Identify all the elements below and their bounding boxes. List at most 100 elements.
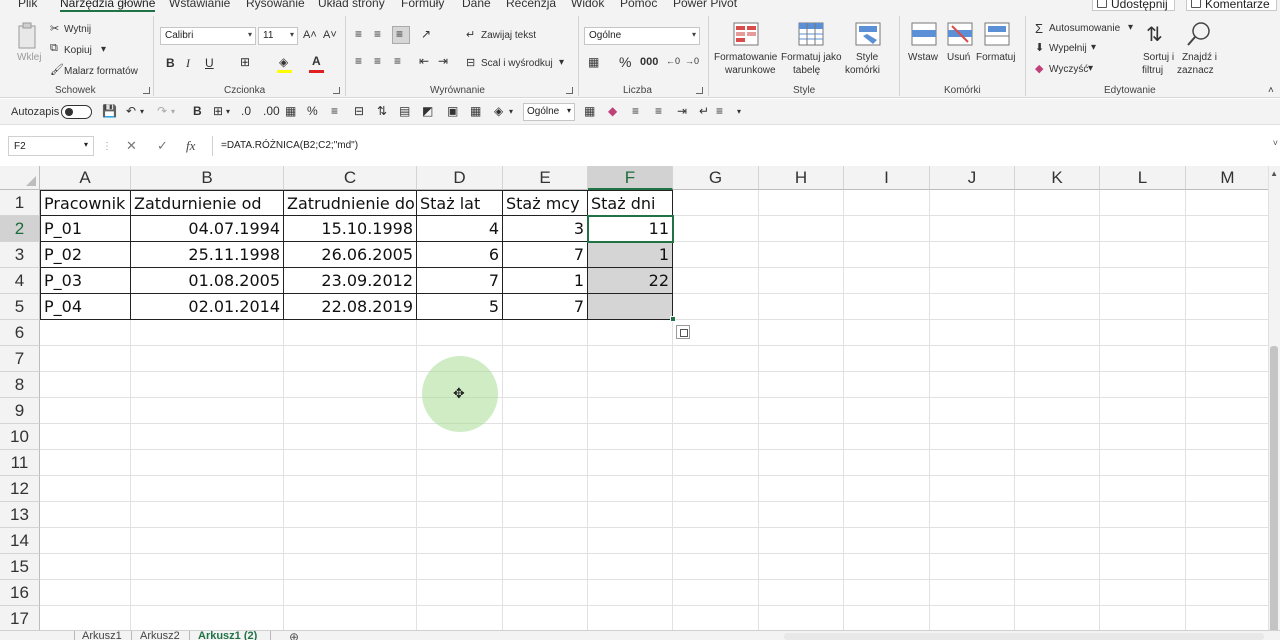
chevron-down-icon[interactable]: ▾ — [171, 107, 175, 116]
column-header-e[interactable]: E — [503, 166, 588, 190]
row-header-10[interactable]: 10 — [0, 424, 40, 450]
table-cell[interactable]: 22 — [588, 268, 673, 294]
wrap-text-icon[interactable]: ↵ — [699, 104, 709, 118]
table-cell[interactable]: 5 — [417, 294, 503, 320]
sort-icon[interactable]: ⇅ — [377, 104, 387, 118]
align-top-icon[interactable]: ≡ — [355, 27, 362, 41]
row-header-8[interactable]: 8 — [0, 372, 40, 398]
vertical-scrollbar[interactable]: ▲ — [1268, 166, 1280, 636]
increase-indent-icon[interactable]: ⇥ — [438, 54, 448, 68]
table-cell[interactable]: 04.07.1994 — [131, 216, 284, 242]
collapse-ribbon-icon[interactable]: ˄ — [1268, 85, 1274, 96]
table-header-cell[interactable]: Zatdurnienie od — [131, 190, 284, 216]
table-cell[interactable]: P_04 — [40, 294, 131, 320]
row-header-7[interactable]: 7 — [0, 346, 40, 372]
align-center-icon[interactable]: ≡ — [331, 104, 338, 118]
tab-power-pivot[interactable]: Power Pivot — [673, 0, 737, 10]
row-header-2[interactable]: 2 — [0, 216, 40, 242]
table-cell[interactable]: 7 — [503, 294, 588, 320]
column-header-i[interactable]: I — [844, 166, 930, 190]
table-cell[interactable]: P_03 — [40, 268, 131, 294]
column-header-m[interactable]: M — [1186, 166, 1270, 190]
grow-font-icon[interactable]: A˄ — [303, 29, 317, 41]
alignment-launcher-icon[interactable] — [566, 87, 573, 94]
column-header-j[interactable]: J — [930, 166, 1015, 190]
save-icon[interactable]: 💾 — [102, 104, 117, 118]
comments-button[interactable]: Komentarze — [1186, 0, 1277, 11]
tab-view[interactable]: Widok — [571, 0, 604, 10]
row-header-17[interactable]: 17 — [0, 606, 40, 630]
align-middle-icon[interactable]: ≡ — [716, 104, 723, 118]
fill-color-icon[interactable]: ◈ — [279, 55, 288, 69]
share-button[interactable]: Udostępnij — [1092, 0, 1175, 11]
decrease-indent-icon[interactable]: ⇤ — [419, 54, 429, 68]
column-header-l[interactable]: L — [1100, 166, 1186, 190]
align-right-icon[interactable]: ≡ — [655, 104, 662, 118]
table-header-cell[interactable]: Staż mcy — [503, 190, 588, 216]
tab-file[interactable]: Plik — [18, 0, 37, 10]
fill-color-icon[interactable]: ◈ — [494, 104, 503, 118]
row-header-11[interactable]: 11 — [0, 450, 40, 476]
shape-icon[interactable]: ◩ — [422, 104, 433, 118]
column-header-k[interactable]: K — [1015, 166, 1100, 190]
bold-icon[interactable]: B — [166, 56, 175, 70]
quick-analysis-button[interactable] — [676, 325, 690, 339]
column-header-a[interactable]: A — [40, 166, 131, 190]
formula-input[interactable]: =DATA.RÓŻNICA(B2;C2;"md") — [212, 136, 1272, 156]
table-cell[interactable]: P_02 — [40, 242, 131, 268]
table-cell[interactable]: 15.10.1998 — [284, 216, 417, 242]
sheet-tab-arkusz2[interactable]: Arkusz2 — [140, 631, 180, 640]
accounting-format-icon[interactable]: ▦ — [584, 104, 595, 118]
add-sheet-icon[interactable]: ⊕ — [289, 631, 299, 640]
align-center-icon[interactable]: ≡ — [374, 54, 381, 68]
scroll-up-icon[interactable]: ▲ — [1270, 169, 1278, 178]
column-header-c[interactable]: C — [284, 166, 417, 190]
align-left-icon[interactable]: ≡ — [355, 54, 362, 68]
table-cell[interactable]: 1 — [503, 268, 588, 294]
table-cell[interactable]: 6 — [417, 242, 503, 268]
expand-formula-icon[interactable]: ˅ — [1273, 138, 1278, 148]
tab-formulas[interactable]: Formuły — [401, 0, 444, 10]
column-header-f[interactable]: F — [588, 166, 673, 190]
autosave-toggle[interactable] — [61, 105, 92, 119]
tab-home[interactable]: Narzędzia główne — [60, 0, 156, 12]
table-cell[interactable]: 01.08.2005 — [131, 268, 284, 294]
redo-icon[interactable]: ↷ — [157, 104, 167, 118]
font-size-combo[interactable]: 11 ▾ — [258, 27, 298, 45]
tab-review[interactable]: Recenzja — [506, 0, 556, 10]
table-cell[interactable]: 7 — [503, 242, 588, 268]
increase-decimal-icon[interactable]: ←0 — [666, 56, 680, 66]
bold-icon[interactable]: B — [193, 104, 202, 118]
tab-help[interactable]: Pomoc — [620, 0, 657, 10]
table-icon[interactable]: ▤ — [399, 104, 410, 118]
number-format-combo[interactable]: Ogólne ▾ — [584, 27, 700, 45]
table-cell[interactable] — [588, 294, 673, 320]
indent-icon[interactable]: ⇥ — [677, 104, 687, 118]
row-header-3[interactable]: 3 — [0, 242, 40, 268]
decrease-decimal-icon[interactable]: →0 — [685, 56, 699, 66]
tab-page-layout[interactable]: Układ strony — [318, 0, 385, 10]
sheet-tab-arkusz1-2[interactable]: Arkusz1 (2) — [198, 631, 257, 640]
row-header-5[interactable]: 5 — [0, 294, 40, 320]
horizontal-scrollbar[interactable] — [784, 633, 1264, 640]
decrease-decimal-icon[interactable]: .0 — [241, 104, 251, 118]
accounting-format-icon[interactable]: ▦ — [285, 104, 296, 118]
borders-icon[interactable]: ⊞ — [240, 55, 250, 69]
align-middle-icon[interactable]: ≡ — [374, 27, 381, 41]
comma-style-icon[interactable]: 000 — [640, 56, 658, 68]
shrink-font-icon[interactable]: A˅ — [323, 29, 337, 41]
underline-icon[interactable]: U — [205, 56, 214, 70]
table-cell[interactable]: 4 — [417, 216, 503, 242]
chevron-down-icon[interactable]: ▾ — [226, 107, 230, 116]
cancel-icon[interactable]: ✕ — [126, 138, 137, 154]
table-cell[interactable]: 7 — [417, 268, 503, 294]
table-cell[interactable]: 26.06.2005 — [284, 242, 417, 268]
table-cell[interactable]: 22.08.2019 — [284, 294, 417, 320]
tab-data[interactable]: Dane — [462, 0, 491, 10]
merge-icon[interactable]: ⊟ — [354, 104, 364, 118]
customize-toolbar-icon[interactable]: ▾ — [737, 107, 741, 116]
row-header-16[interactable]: 16 — [0, 580, 40, 606]
tab-draw[interactable]: Rysowanie — [246, 0, 305, 10]
insert-function-icon[interactable]: fx — [186, 138, 195, 154]
number-launcher-icon[interactable] — [696, 87, 703, 94]
